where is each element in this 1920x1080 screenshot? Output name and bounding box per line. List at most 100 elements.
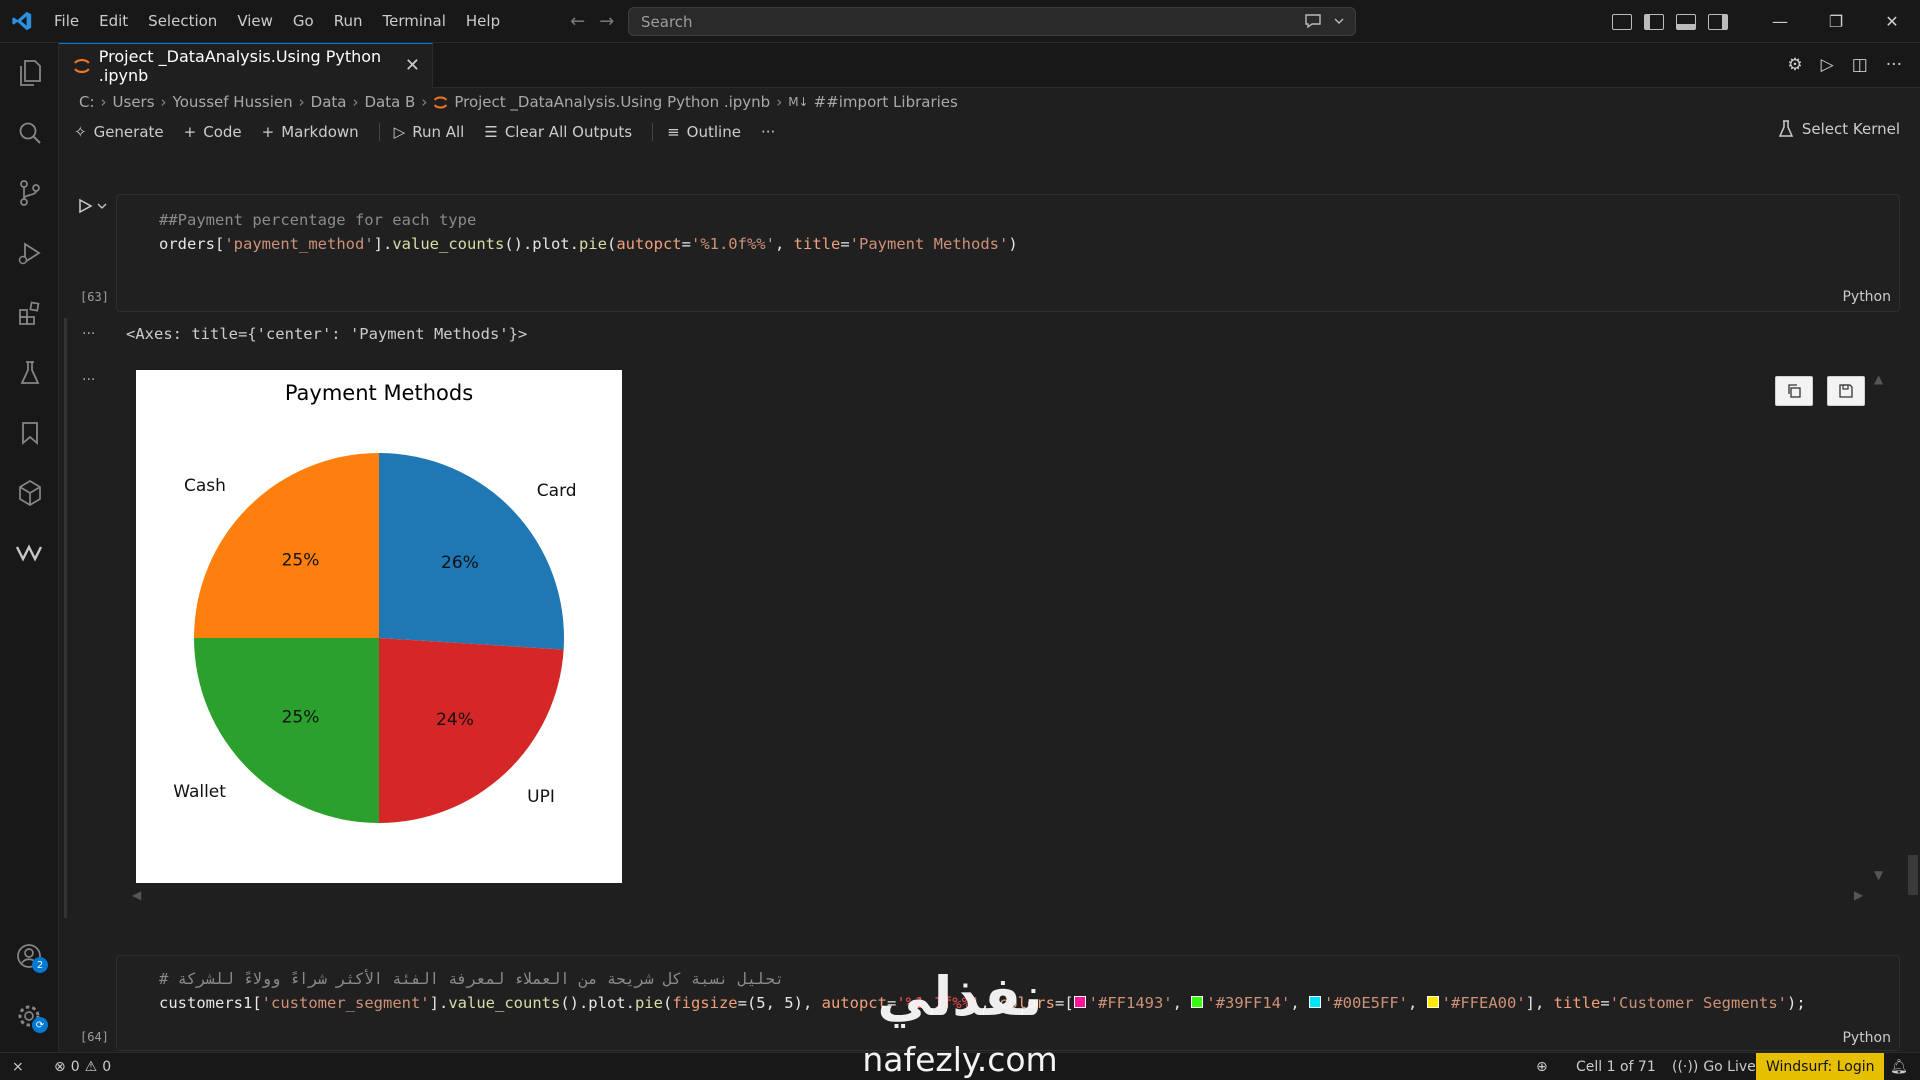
close-tab-icon[interactable]: ✕ bbox=[405, 55, 420, 76]
remote-icon: ⨯ bbox=[12, 1059, 24, 1075]
command-search-box[interactable]: Search bbox=[628, 7, 1356, 36]
toggle-secondary-sidebar-icon[interactable] bbox=[1708, 13, 1728, 30]
code-cell-63[interactable]: ##Payment percentage for each type order… bbox=[116, 194, 1900, 312]
explorer-icon[interactable] bbox=[14, 57, 46, 89]
code-token: customers1 bbox=[159, 994, 253, 1012]
color-swatch[interactable] bbox=[1309, 996, 1321, 1008]
run-all-button[interactable]: ▷ Run All bbox=[394, 123, 465, 141]
search-icon[interactable] bbox=[14, 117, 46, 149]
menu-file[interactable]: File bbox=[44, 0, 89, 43]
code-token: autopct bbox=[616, 235, 682, 253]
code-token: 'customer_segment' bbox=[261, 994, 430, 1012]
save-output-button[interactable] bbox=[1827, 376, 1865, 406]
testing-flask-icon[interactable] bbox=[14, 357, 46, 389]
crumb-cell[interactable]: ##import Libraries bbox=[814, 93, 958, 111]
forward-arrow-icon[interactable]: → bbox=[599, 11, 614, 32]
scroll-up-icon[interactable]: ▲ bbox=[1874, 372, 1883, 386]
customize-layout-icon[interactable] bbox=[1612, 13, 1632, 30]
toolbar-more-button[interactable]: ··· bbox=[761, 123, 775, 141]
save-icon bbox=[1839, 384, 1853, 398]
notifications-bell-icon[interactable]: 🔔︎ bbox=[1890, 1053, 1908, 1080]
menu-go[interactable]: Go bbox=[283, 0, 324, 43]
menu-view[interactable]: View bbox=[227, 0, 283, 43]
clear-outputs-button[interactable]: ☰ Clear All Outputs bbox=[484, 123, 632, 141]
outline-button[interactable]: ≡ Outline bbox=[667, 123, 741, 141]
color-swatch[interactable] bbox=[1073, 996, 1086, 1008]
run-debug-icon[interactable] bbox=[14, 237, 46, 269]
code-cell-64[interactable]: # تحليل نسبة كل شريحة من العملاء لمعرفة … bbox=[116, 955, 1900, 1051]
output-more-icon[interactable]: ··· bbox=[82, 372, 95, 388]
code-token: , bbox=[980, 994, 999, 1012]
hexagon-extension-icon[interactable] bbox=[14, 477, 46, 509]
chat-sparkle-icon[interactable] bbox=[1303, 12, 1323, 30]
toolbar-divider bbox=[378, 123, 380, 141]
go-live-button[interactable]: ((·)) Go Live bbox=[1672, 1053, 1756, 1080]
menu-help[interactable]: Help bbox=[456, 0, 510, 43]
color-swatch[interactable] bbox=[1426, 996, 1439, 1008]
chevron-right-icon: › bbox=[100, 93, 107, 111]
output-more-icon[interactable]: ··· bbox=[82, 326, 95, 342]
crumb-users[interactable]: Users bbox=[113, 93, 155, 111]
scroll-right-icon[interactable]: ▶ bbox=[1854, 888, 1863, 902]
toggle-panel-icon[interactable] bbox=[1676, 13, 1696, 30]
remote-indicator[interactable]: ⨯ bbox=[12, 1053, 24, 1080]
cell-language[interactable]: Python bbox=[1842, 289, 1891, 305]
run-icon[interactable]: ▷ bbox=[1821, 55, 1834, 75]
menu-terminal[interactable]: Terminal bbox=[373, 0, 456, 43]
go-live-label: Go Live bbox=[1703, 1059, 1756, 1075]
editor-scrollbar-thumb[interactable] bbox=[1908, 855, 1918, 895]
settings-gear-icon[interactable]: ⚙ bbox=[1787, 55, 1802, 75]
scroll-left-icon[interactable]: ◀ bbox=[132, 888, 141, 902]
notebook-toolbar: ✧ Generate + Code + Markdown ▷ Run All ☰ Clea… bbox=[74, 118, 795, 146]
color-swatch[interactable] bbox=[1191, 996, 1204, 1008]
source-control-icon[interactable] bbox=[14, 177, 46, 209]
bookmark-icon[interactable] bbox=[14, 417, 46, 449]
windsurf-login-button[interactable]: Windsurf: Login bbox=[1756, 1053, 1885, 1080]
accounts-icon[interactable]: 2 bbox=[14, 941, 48, 973]
add-code-button[interactable]: + Code bbox=[184, 123, 242, 141]
toggle-primary-sidebar-icon[interactable] bbox=[1644, 13, 1664, 30]
crumb-drive[interactable]: C: bbox=[79, 93, 95, 111]
windsurf-icon[interactable] bbox=[14, 537, 46, 569]
output-collapse-bar[interactable] bbox=[64, 318, 67, 918]
run-cell-icon[interactable] bbox=[77, 198, 93, 214]
crumb-data-b[interactable]: Data B bbox=[364, 93, 415, 111]
restore-icon[interactable]: ❐ bbox=[1808, 0, 1864, 43]
split-editor-icon[interactable]: ◫ bbox=[1852, 55, 1868, 75]
minimize-icon[interactable]: — bbox=[1752, 0, 1808, 43]
crumb-user[interactable]: Youssef Hussien bbox=[173, 93, 293, 111]
code-token: ( bbox=[662, 994, 673, 1012]
outline-label: Outline bbox=[686, 123, 741, 141]
problems-indicator[interactable]: ⊗ 0 ⚠ 0 bbox=[54, 1053, 111, 1080]
select-kernel-button[interactable]: Select Kernel bbox=[1778, 120, 1900, 138]
copilot-icon[interactable]: ⊕ bbox=[1536, 1053, 1548, 1080]
generate-button[interactable]: ✧ Generate bbox=[74, 123, 164, 141]
more-actions-icon[interactable]: ··· bbox=[1886, 55, 1902, 75]
tab-notebook[interactable]: Project _DataAnalysis.Using Python .ipyn… bbox=[59, 43, 433, 88]
code-token: title bbox=[793, 235, 841, 253]
menu-run[interactable]: Run bbox=[324, 0, 373, 43]
scroll-down-icon[interactable]: ▼ bbox=[1874, 868, 1883, 882]
menu-edit[interactable]: Edit bbox=[89, 0, 138, 43]
copy-output-button[interactable] bbox=[1775, 376, 1813, 406]
menu-selection[interactable]: Selection bbox=[138, 0, 227, 43]
chevron-down-icon[interactable] bbox=[97, 201, 107, 211]
toolbar-divider bbox=[652, 123, 654, 141]
add-markdown-button[interactable]: + Markdown bbox=[262, 123, 359, 141]
code-token: colors bbox=[998, 994, 1055, 1012]
code-token: figsize bbox=[672, 994, 738, 1012]
code-token: 'Payment Methods' bbox=[849, 235, 1009, 253]
close-window-icon[interactable]: ✕ bbox=[1864, 0, 1920, 43]
extensions-icon[interactable] bbox=[14, 297, 46, 329]
pie-pct-label: 25% bbox=[282, 707, 320, 727]
cell-position[interactable]: Cell 1 of 71 bbox=[1576, 1053, 1656, 1080]
back-arrow-icon[interactable]: ← bbox=[570, 11, 585, 32]
cell-language[interactable]: Python bbox=[1842, 1030, 1891, 1046]
manage-gear-icon[interactable]: ⟳ bbox=[14, 1001, 48, 1033]
crumb-file[interactable]: Project _DataAnalysis.Using Python .ipyn… bbox=[454, 93, 770, 111]
generate-label: Generate bbox=[93, 123, 164, 141]
chevron-down-icon[interactable] bbox=[1333, 15, 1345, 27]
broadcast-icon: ((·)) bbox=[1672, 1059, 1699, 1075]
code-token: =[ bbox=[1054, 994, 1074, 1012]
crumb-data[interactable]: Data bbox=[311, 93, 347, 111]
